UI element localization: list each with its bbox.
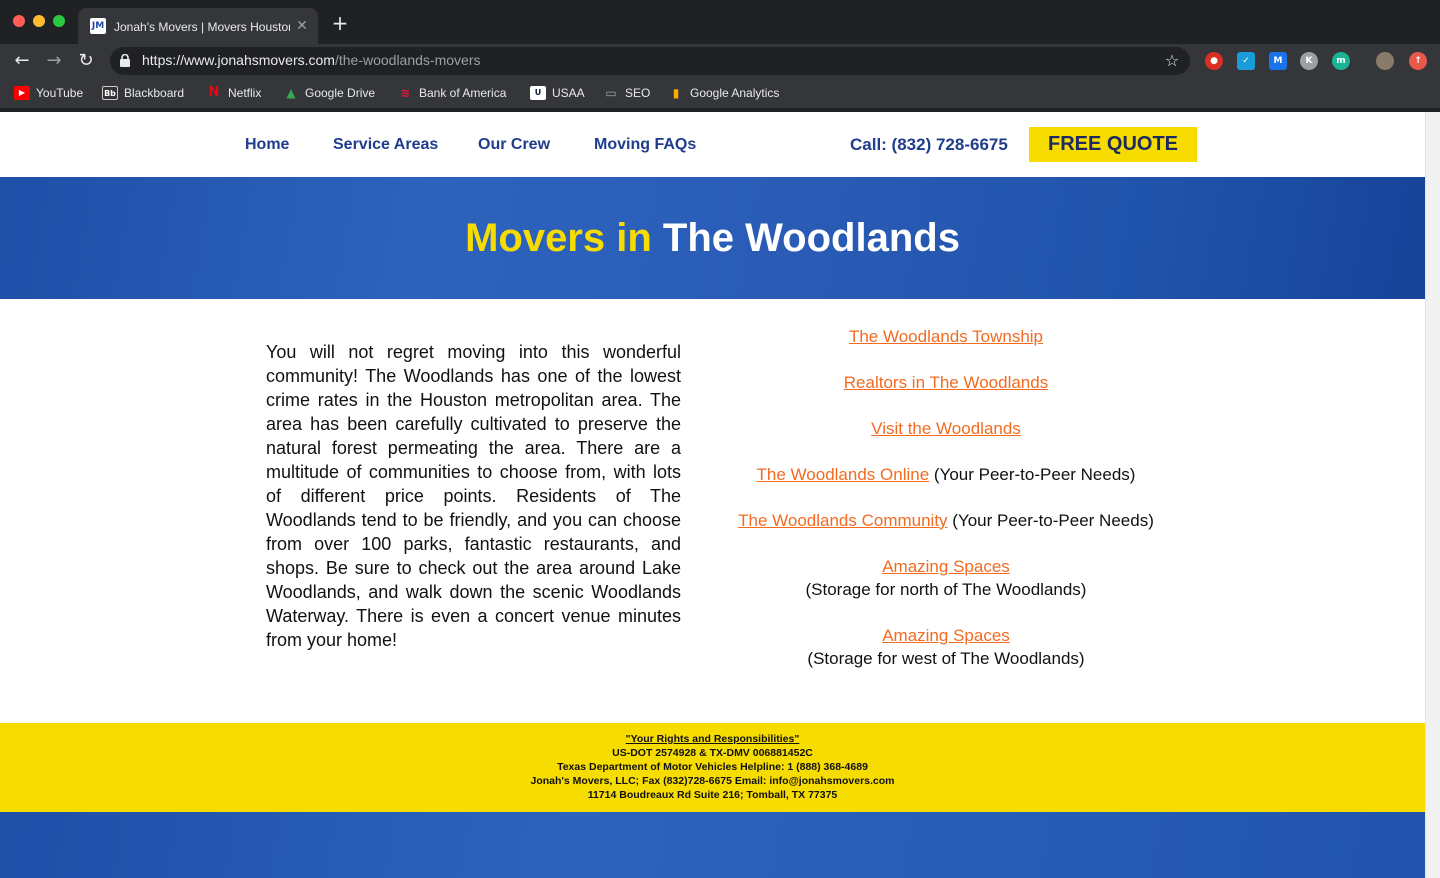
woodlands-community-link[interactable]: The Woodlands Community bbox=[738, 511, 947, 530]
amazing-spaces-north-link[interactable]: Amazing Spaces bbox=[882, 557, 1010, 576]
youtube-icon: ▶ bbox=[14, 86, 30, 100]
browser-chrome: JM Jonah's Movers | Movers Houston ✕ + ←… bbox=[0, 0, 1440, 112]
blackboard-icon: Bb bbox=[102, 86, 118, 100]
reload-button[interactable]: ↻ bbox=[74, 49, 98, 73]
bookmark-google-drive[interactable]: ▲ Google Drive bbox=[283, 84, 375, 102]
nav-faqs-link[interactable]: Moving FAQs bbox=[594, 134, 696, 156]
tab-title: Jonah's Movers | Movers Houston bbox=[114, 20, 290, 34]
township-link[interactable]: The Woodlands Township bbox=[849, 327, 1043, 346]
contact-info: Jonah's Movers, LLC; Fax (832)728-6675 E… bbox=[530, 775, 895, 787]
window-close-button[interactable] bbox=[13, 15, 25, 27]
page-title: Movers in The Woodlands bbox=[465, 216, 960, 260]
google-analytics-icon: ▮ bbox=[672, 86, 680, 100]
link-note: (Your Peer-to-Peer Needs) bbox=[929, 465, 1136, 484]
link-item: The Woodlands Online (Your Peer-to-Peer … bbox=[706, 463, 1186, 486]
bookmark-star-icon[interactable]: ☆ bbox=[1162, 51, 1182, 71]
profile-avatar-icon[interactable] bbox=[1376, 52, 1394, 70]
nav-home-link[interactable]: Home bbox=[245, 134, 289, 156]
tab-strip: JM Jonah's Movers | Movers Houston ✕ + bbox=[0, 0, 1440, 44]
address: 11714 Boudreaux Rd Suite 216; Tomball, T… bbox=[587, 789, 838, 801]
window-maximize-button[interactable] bbox=[53, 15, 65, 27]
link-note: (Storage for west of The Woodlands) bbox=[807, 649, 1085, 668]
back-button[interactable]: ← bbox=[10, 49, 34, 73]
nav-service-areas-link[interactable]: Service Areas bbox=[333, 134, 438, 156]
bottom-banner bbox=[0, 812, 1425, 878]
link-item: Amazing Spaces bbox=[706, 555, 1186, 578]
folder-icon: ▭ bbox=[605, 86, 617, 100]
forward-button[interactable]: → bbox=[42, 49, 66, 73]
call-phone-link[interactable]: Call: (832) 728-6675 bbox=[850, 134, 1008, 156]
lock-icon bbox=[120, 54, 130, 67]
amazing-spaces-west-link[interactable]: Amazing Spaces bbox=[882, 626, 1010, 645]
address-bar[interactable]: https://www.jonahsmovers.com/the-woodlan… bbox=[110, 47, 1190, 75]
link-item: The Woodlands Community (Your Peer-to-Pe… bbox=[706, 509, 1186, 532]
extension-check-icon[interactable]: ✓ bbox=[1237, 52, 1255, 70]
extension-k-icon[interactable]: K bbox=[1300, 52, 1318, 70]
nav-our-crew-link[interactable]: Our Crew bbox=[478, 134, 550, 156]
bookmark-usaa[interactable]: U USAA bbox=[530, 84, 585, 102]
footer: "Your Rights and Responsibilities" US-DO… bbox=[0, 723, 1425, 812]
link-item: Amazing Spaces bbox=[706, 624, 1186, 647]
bookmark-seo-folder[interactable]: ▭ SEO bbox=[603, 84, 650, 102]
license-numbers: US-DOT 2574928 & TX-DMV 006881452C bbox=[612, 747, 813, 759]
usaa-icon: U bbox=[530, 86, 546, 100]
tab-close-icon[interactable]: ✕ bbox=[294, 17, 310, 35]
intro-paragraph: You will not regret moving into this won… bbox=[266, 342, 681, 650]
link-note: (Storage for north of The Woodlands) bbox=[805, 580, 1087, 599]
new-tab-button[interactable]: + bbox=[330, 13, 350, 33]
bookmark-youtube[interactable]: ▶ YouTube bbox=[14, 84, 83, 102]
extension-shield-icon[interactable]: ● bbox=[1205, 52, 1223, 70]
hero-banner: Movers in The Woodlands bbox=[0, 177, 1425, 299]
visit-woodlands-link[interactable]: Visit the Woodlands bbox=[871, 419, 1021, 438]
site-navigation: Home Service Areas Our Crew Moving FAQs … bbox=[0, 112, 1425, 177]
site-favicon-icon: JM bbox=[90, 18, 106, 34]
google-drive-icon: ▲ bbox=[286, 86, 296, 100]
netflix-icon: N bbox=[208, 85, 220, 100]
browser-toolbar: ← → ↻ https://www.jonahsmovers.com/the-w… bbox=[0, 44, 1440, 78]
woodlands-online-link[interactable]: The Woodlands Online bbox=[757, 465, 930, 484]
link-item: Realtors in The Woodlands bbox=[706, 371, 1186, 394]
bank-of-america-icon: ≋ bbox=[399, 86, 411, 100]
free-quote-button[interactable]: FREE QUOTE bbox=[1029, 127, 1197, 162]
bookmark-google-analytics[interactable]: ▮ Google Analytics bbox=[668, 84, 780, 102]
link-note: (Your Peer-to-Peer Needs) bbox=[947, 511, 1154, 530]
web-page: Home Service Areas Our Crew Moving FAQs … bbox=[0, 112, 1425, 878]
bookmark-bank-of-america[interactable]: ≋ Bank of America bbox=[397, 84, 506, 102]
extension-m-icon[interactable]: M bbox=[1269, 52, 1287, 70]
bookmark-netflix[interactable]: N Netflix bbox=[206, 84, 262, 102]
window-minimize-button[interactable] bbox=[33, 15, 45, 27]
page-scrollbar[interactable] bbox=[1425, 112, 1440, 878]
url-text: https://www.jonahsmovers.com/the-woodlan… bbox=[142, 52, 481, 68]
realtors-link[interactable]: Realtors in The Woodlands bbox=[844, 373, 1048, 392]
bookmarks-bar: ▶ YouTube Bb Blackboard N Netflix ▲ Google D… bbox=[0, 78, 1440, 108]
link-item: Visit the Woodlands bbox=[706, 417, 1186, 440]
extension-upload-icon[interactable]: ↑ bbox=[1409, 52, 1427, 70]
rights-responsibilities-link[interactable]: "Your Rights and Responsibilities" bbox=[0, 732, 1425, 746]
browser-tab-active[interactable]: JM Jonah's Movers | Movers Houston ✕ bbox=[78, 8, 318, 44]
link-item: The Woodlands Township bbox=[706, 325, 1186, 348]
bookmark-blackboard[interactable]: Bb Blackboard bbox=[102, 84, 184, 102]
dmv-helpline: Texas Department of Motor Vehicles Helpl… bbox=[557, 761, 868, 773]
extension-m2-icon[interactable]: m bbox=[1332, 52, 1350, 70]
